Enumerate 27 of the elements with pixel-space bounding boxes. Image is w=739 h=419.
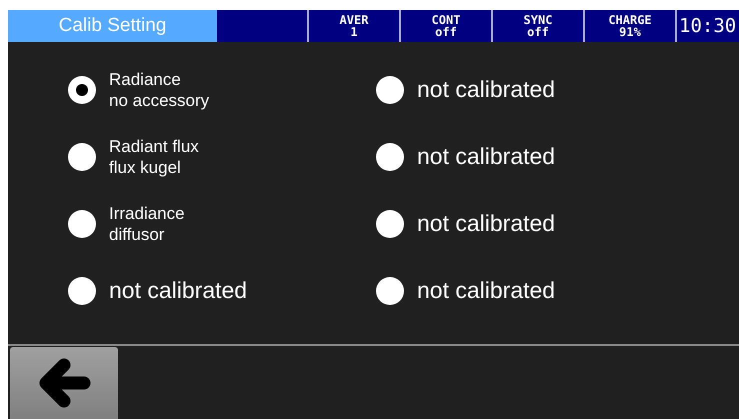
clock-time: 10:30 [675,10,739,42]
option-label: Radiant flux flux kugel [109,136,199,178]
status-label: CONT [432,14,460,26]
status-label: AVER [340,14,368,26]
radio-button[interactable] [68,276,96,304]
option-label: not calibrated [417,142,556,172]
status-label: SYNC [524,14,552,26]
radio-button[interactable] [376,76,404,104]
status-value: off [435,26,457,38]
status-value: 1 [350,26,358,38]
radio-button[interactable] [376,142,404,170]
option-label: not calibrated [109,276,248,306]
radio-button[interactable] [376,210,404,238]
option-label: Radiance no accessory [109,68,210,110]
back-button[interactable] [10,347,118,419]
option-label: Irradiance diffusor [109,202,185,244]
status-value: 91% [619,26,641,38]
option-label: not calibrated [417,276,556,306]
status-label: CHARGE [608,14,652,26]
option-label: not calibrated [417,209,556,238]
option-label: not calibrated [417,75,556,104]
status-value: off [527,26,549,38]
radio-button[interactable] [68,76,96,104]
radio-button[interactable] [68,142,96,170]
radio-button[interactable] [376,276,404,304]
radio-button[interactable] [68,210,96,238]
screen-title: Calib Setting [8,10,217,42]
